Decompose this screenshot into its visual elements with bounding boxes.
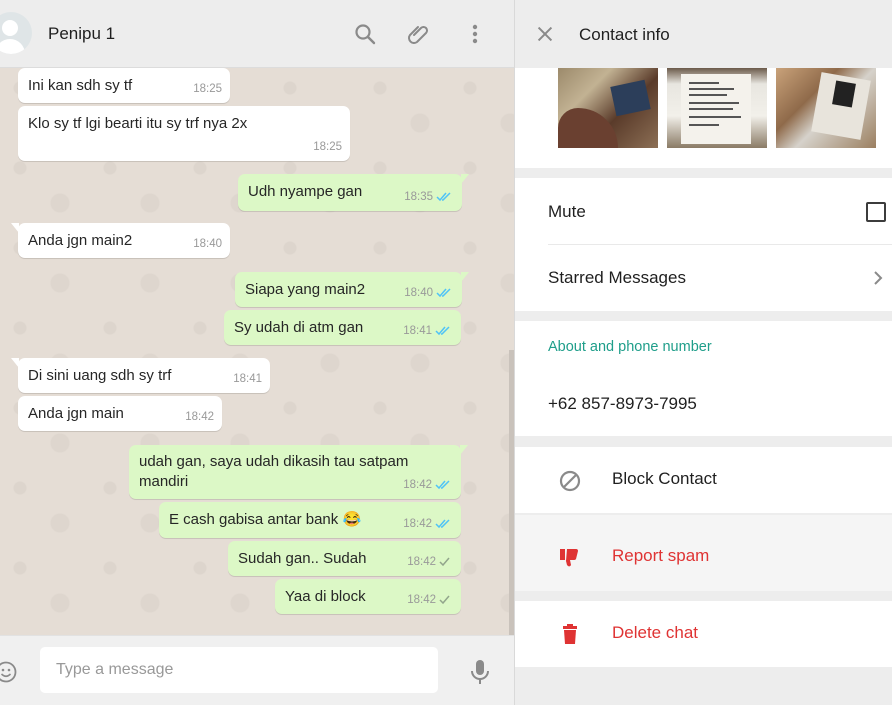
chat-header[interactable]: Penipu 1: [0, 0, 515, 68]
mute-checkbox[interactable]: [866, 202, 886, 222]
avatar[interactable]: [0, 12, 32, 54]
media-thumbnail[interactable]: [558, 68, 658, 148]
message-text: Udh nyampe gan: [248, 183, 363, 200]
message-time: 18:42: [403, 518, 432, 530]
message-time: 18:40: [404, 287, 433, 299]
message-time: 18:42: [403, 479, 432, 491]
message-bubble-incoming[interactable]: Di sini uang sdh sy trf 18:41: [11, 358, 270, 393]
message-bubble-outgoing[interactable]: Yaa di block 18:42: [275, 579, 461, 614]
message-composer: [0, 635, 515, 705]
double-check-read-icon: [435, 480, 450, 490]
double-check-read-icon: [436, 288, 451, 298]
report-spam-label: Report spam: [612, 546, 710, 565]
search-icon[interactable]: [353, 22, 377, 46]
block-contact-button[interactable]: Block Contact: [515, 447, 892, 513]
message-time: 18:40: [193, 238, 222, 250]
message-bubble-incoming[interactable]: Ini kan sdh sy tf 18:25: [18, 68, 230, 103]
report-spam-button[interactable]: Report spam: [515, 515, 892, 591]
message-bubble-outgoing[interactable]: Sudah gan.. Sudah 18:42: [228, 541, 461, 576]
double-check-read-icon: [436, 192, 451, 202]
message-time: 18:41: [403, 325, 432, 337]
message-bubble-outgoing[interactable]: Udh nyampe gan 18:35: [238, 174, 469, 211]
emoji-icon[interactable]: [0, 660, 18, 684]
about-card: About and phone number +62 857-8973-7995: [515, 321, 892, 436]
block-contact-label: Block Contact: [612, 469, 717, 488]
message-bubble-outgoing[interactable]: E cash gabisa antar bank 😂 18:42: [159, 502, 461, 538]
microphone-icon[interactable]: [469, 659, 491, 685]
more-vert-icon[interactable]: [463, 22, 487, 46]
double-check-read-icon: [435, 519, 450, 529]
block-icon: [559, 470, 581, 492]
message-list[interactable]: Ini kan sdh sy tf 18:25 Klo sy tf lgi be…: [0, 68, 515, 635]
about-heading: About and phone number: [548, 339, 712, 355]
message-time: 18:25: [313, 141, 342, 153]
single-check-icon: [439, 557, 450, 567]
message-time: 18:42: [185, 411, 214, 423]
message-text: Ini kan sdh sy tf: [28, 77, 133, 94]
divider: [548, 244, 892, 245]
thumbs-down-icon: [560, 549, 578, 567]
trash-icon: [563, 624, 577, 644]
message-time: 18:42: [407, 594, 436, 606]
starred-messages-item[interactable]: Starred Messages: [548, 268, 686, 288]
media-strip: [515, 68, 892, 168]
message-text: Anda jgn main: [28, 405, 124, 422]
message-text: E cash gabisa antar bank 😂: [169, 511, 362, 528]
contact-name[interactable]: Penipu 1: [48, 24, 115, 44]
message-bubble-outgoing[interactable]: Siapa yang main2 18:40: [235, 272, 469, 307]
message-time: 18:42: [407, 556, 436, 568]
message-text: Di sini uang sdh sy trf: [28, 367, 172, 384]
contact-info-title: Contact info: [579, 25, 670, 44]
media-thumbnail[interactable]: [776, 68, 876, 148]
message-time: 18:41: [233, 373, 262, 385]
message-text: Klo sy tf lgi bearti itu sy trf nya 2x: [28, 115, 248, 132]
message-time: 18:25: [193, 83, 222, 95]
single-check-icon: [439, 595, 450, 605]
close-icon[interactable]: [534, 22, 556, 46]
message-bubble-outgoing[interactable]: Sy udah di atm gan 18:41: [224, 310, 461, 345]
message-text: Yaa di block: [285, 588, 366, 605]
paperclip-icon[interactable]: [407, 22, 431, 46]
message-bubble-incoming[interactable]: Klo sy tf lgi bearti itu sy trf nya 2x 1…: [18, 106, 350, 161]
message-text: Anda jgn main2: [28, 232, 133, 249]
message-text: Siapa yang main2: [245, 281, 366, 298]
phone-number[interactable]: +62 857-8973-7995: [548, 394, 697, 414]
double-check-read-icon: [435, 326, 450, 336]
chat-pane: Penipu 1 Ini kan sdh sy tf 18:25 Klo sy …: [0, 0, 515, 705]
message-bubble-incoming[interactable]: Anda jgn main2 18:40: [11, 223, 230, 258]
chevron-right-icon[interactable]: [872, 268, 884, 288]
message-text: Sudah gan.. Sudah: [238, 550, 367, 567]
chat-settings-card: Mute Starred Messages: [515, 178, 892, 311]
message-input[interactable]: [40, 647, 438, 693]
message-text: udah gan, saya udah dikasih tau satpam m…: [139, 453, 409, 490]
mute-label: Mute: [548, 202, 586, 221]
contact-info-header: Contact info: [515, 0, 892, 68]
message-bubble-incoming[interactable]: Anda jgn main 18:42: [18, 396, 222, 431]
delete-chat-button[interactable]: Delete chat: [515, 601, 892, 667]
delete-chat-label: Delete chat: [612, 623, 698, 642]
media-thumbnail[interactable]: [667, 68, 767, 148]
message-bubble-outgoing[interactable]: udah gan, saya udah dikasih tau satpam m…: [129, 445, 468, 499]
message-text: Sy udah di atm gan: [234, 319, 364, 336]
message-time: 18:35: [404, 191, 433, 203]
contact-info-pane: Contact info Mute Starred Messages About…: [515, 0, 892, 705]
